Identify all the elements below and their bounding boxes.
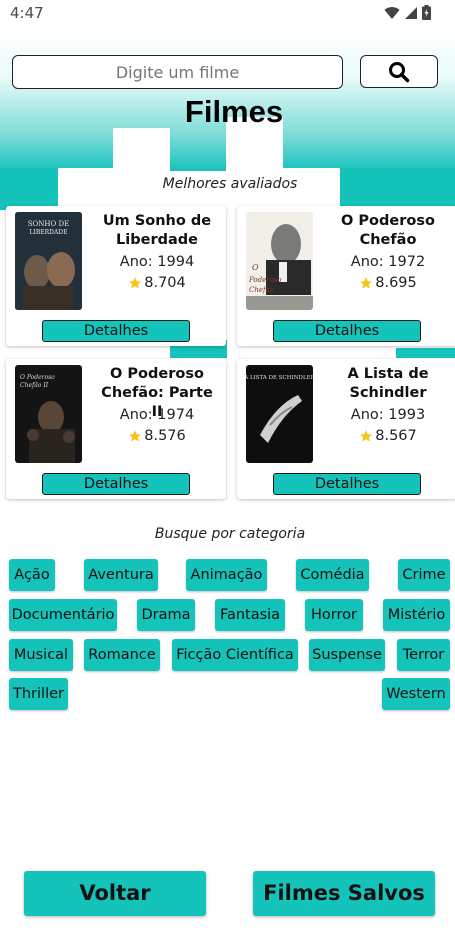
movie-title: Um Sonho de Liberdade <box>102 213 212 248</box>
movie-card[interactable]: SONHO DE LIBERDADE Um Sonho de Liberdade… <box>6 206 226 346</box>
category-chip-aventura[interactable]: Aventura <box>84 559 158 591</box>
category-chip-ficcao-cientifica[interactable]: Ficção Científica <box>172 639 298 671</box>
movie-year: Ano: 1993 <box>350 407 426 423</box>
svg-text:Poderoso: Poderoso <box>248 276 282 284</box>
movie-poster: O Poderoso Chefão <box>246 212 313 310</box>
star-icon <box>360 430 373 442</box>
category-chip-misterio[interactable]: Mistério <box>383 599 450 631</box>
category-chip-comedia[interactable]: Comédia <box>296 559 369 591</box>
star-icon <box>360 277 373 289</box>
svg-text:O: O <box>252 263 259 272</box>
svg-text:O Poderoso: O Poderoso <box>20 374 55 381</box>
movie-rating-value: 8.704 <box>144 275 186 291</box>
movie-title: O Poderoso Chefão <box>341 213 435 248</box>
category-chip-thriller[interactable]: Thriller <box>9 678 68 710</box>
details-button[interactable]: Detalhes <box>42 473 190 495</box>
star-icon <box>129 277 142 289</box>
category-chip-drama[interactable]: Drama <box>137 599 195 631</box>
status-icons <box>384 5 431 20</box>
search-input[interactable] <box>12 55 343 89</box>
movie-rating: 8.567 <box>327 428 449 444</box>
movie-card[interactable]: O Poderoso Chefão II O Poderoso Chefão: … <box>6 359 226 499</box>
category-chip-horror[interactable]: Horror <box>305 599 363 631</box>
search-icon <box>389 61 410 82</box>
details-button[interactable]: Detalhes <box>273 473 421 495</box>
movie-card[interactable]: O Poderoso Chefão O Poderoso Chefão Ano:… <box>237 206 455 346</box>
movie-rating: 8.695 <box>327 275 449 291</box>
battery-icon <box>422 5 431 20</box>
details-button[interactable]: Detalhes <box>42 320 190 342</box>
movie-rating: 8.704 <box>96 275 218 291</box>
top-rated-label: Melhores avaliados <box>162 176 298 192</box>
background-block <box>226 117 283 208</box>
category-chip-romance[interactable]: Romance <box>84 639 160 671</box>
movie-rating-value: 8.695 <box>375 275 417 291</box>
category-chip-acao[interactable]: Ação <box>9 559 55 591</box>
category-chip-western[interactable]: Western <box>382 678 450 710</box>
background-block <box>396 348 455 358</box>
back-button[interactable]: Voltar <box>24 871 206 916</box>
movie-rating-value: 8.576 <box>144 428 186 444</box>
svg-text:A LISTA DE SCHINDLER: A LISTA DE SCHINDLER <box>246 375 313 381</box>
wifi-icon <box>384 6 400 19</box>
movie-rating: 8.576 <box>96 428 218 444</box>
movie-title: A Lista de Schindler <box>347 366 429 401</box>
category-chip-animacao[interactable]: Animação <box>186 559 267 591</box>
categories-label: Busque por categoria <box>154 526 306 542</box>
background-block <box>113 128 170 208</box>
movie-poster: A LISTA DE SCHINDLER <box>246 365 313 463</box>
movie-year: Ano: 1994 <box>119 254 195 270</box>
details-button[interactable]: Detalhes <box>273 320 421 342</box>
movie-poster: O Poderoso Chefão II <box>15 365 82 463</box>
svg-text:Chefão II: Chefão II <box>20 382 49 389</box>
movie-year: Ano: 1974 <box>119 407 195 423</box>
page-title: Filmes <box>184 94 284 129</box>
movie-year: Ano: 1972 <box>350 254 426 270</box>
search-button[interactable] <box>360 55 438 88</box>
status-bar: 4:47 <box>0 0 455 26</box>
movie-poster: SONHO DE LIBERDADE <box>15 212 82 310</box>
category-chip-documentario[interactable]: Documentário <box>9 599 117 631</box>
status-time: 4:47 <box>10 4 44 22</box>
svg-text:Chefão: Chefão <box>249 286 274 294</box>
category-chip-musical[interactable]: Musical <box>9 639 73 671</box>
category-chip-suspense[interactable]: Suspense <box>309 639 385 671</box>
svg-text:LIBERDADE: LIBERDADE <box>30 229 68 236</box>
category-chip-terror[interactable]: Terror <box>397 639 450 671</box>
signal-icon <box>405 6 417 19</box>
movie-card[interactable]: A LISTA DE SCHINDLER A Lista de Schindle… <box>237 359 455 499</box>
category-chip-fantasia[interactable]: Fantasia <box>215 599 285 631</box>
category-chip-crime[interactable]: Crime <box>398 559 450 591</box>
movie-rating-value: 8.567 <box>375 428 417 444</box>
saved-movies-button[interactable]: Filmes Salvos <box>253 871 435 916</box>
svg-text:SONHO DE: SONHO DE <box>28 220 69 228</box>
star-icon <box>129 430 142 442</box>
